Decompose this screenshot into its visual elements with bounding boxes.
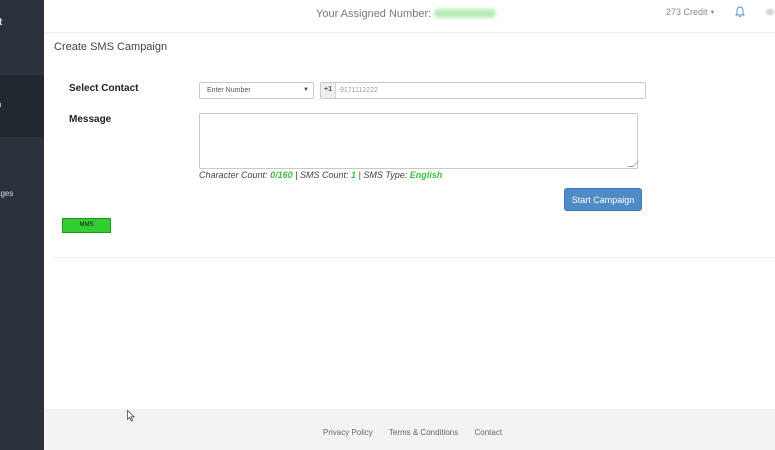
start-campaign-button[interactable]: Start Campaign (564, 188, 642, 211)
country-code-addon: +1 (321, 83, 336, 98)
phone-number-input[interactable] (337, 83, 643, 98)
stats-separator: | (295, 170, 298, 180)
sidebar-active-item[interactable] (0, 75, 44, 137)
resize-handle-icon[interactable] (627, 161, 639, 167)
section-divider (52, 257, 775, 258)
assigned-number-label: Your Assigned Number: (316, 8, 432, 20)
message-label: Message (69, 114, 112, 125)
page-title: Create SMS Campaign (54, 41, 168, 53)
caret-down-icon: ▼ (709, 10, 716, 16)
phone-input-group: +1 (320, 82, 646, 99)
char-count-value: 0/160 (270, 170, 293, 180)
user-menu[interactable] (766, 9, 774, 15)
assigned-number: Your Assigned Number: (316, 8, 497, 20)
sms-type-label: SMS Type: (363, 170, 408, 180)
credit-dropdown[interactable]: 273 Credit ▼ (666, 7, 715, 17)
bell-icon[interactable] (735, 6, 745, 18)
char-count-label: Character Count: (199, 170, 268, 180)
footer-links: Privacy Policy Terms & Conditions Contac… (323, 428, 516, 437)
credit-label: 273 Credit (666, 7, 708, 17)
select-arrow-icon: ▼ (303, 87, 309, 93)
mouse-cursor-icon (127, 410, 135, 422)
privacy-policy-link[interactable]: Privacy Policy (323, 428, 373, 437)
sidebar: t n ages (0, 0, 44, 450)
sidebar-brand-fragment: t (0, 17, 3, 28)
sidebar-item-campaign[interactable]: n (0, 100, 1, 109)
contact-link[interactable]: Contact (474, 428, 502, 437)
message-stats: Character Count: 0/160 | SMS Count: 1 | … (199, 170, 442, 180)
contact-select[interactable]: Enter Number ▼ (199, 82, 314, 99)
footer: Privacy Policy Terms & Conditions Contac… (44, 409, 775, 450)
top-bar: Your Assigned Number: 273 Credit ▼ (44, 0, 775, 33)
mms-button[interactable]: MMS (62, 218, 111, 233)
sms-count-value: 1 (351, 170, 357, 180)
message-textarea[interactable] (199, 113, 639, 169)
contact-select-value: Enter Number (207, 87, 251, 94)
stats-separator: | (358, 170, 361, 180)
assigned-number-redacted (434, 9, 497, 18)
sms-count-label: SMS Count: (299, 170, 349, 180)
sms-type-value: English (409, 170, 443, 180)
select-contact-label: Select Contact (69, 83, 139, 94)
sidebar-item-messages[interactable]: ages (0, 189, 13, 198)
terms-link[interactable]: Terms & Conditions (389, 428, 458, 437)
